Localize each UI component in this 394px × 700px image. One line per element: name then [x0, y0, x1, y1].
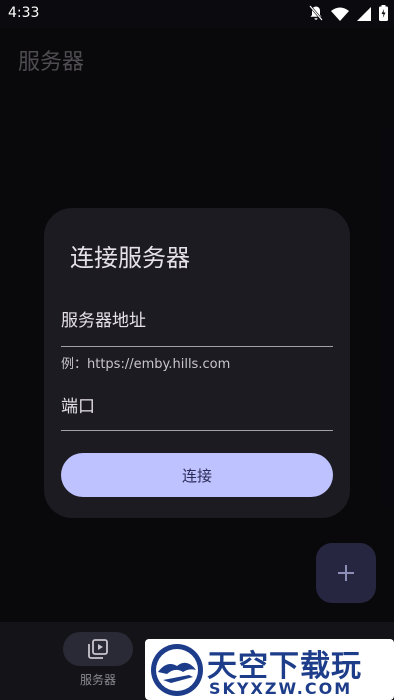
site-watermark: 天空下载玩 SKYXZW.COM	[145, 639, 394, 700]
connect-server-dialog: 连接服务器 服务器地址 例：https://emby.hills.com 端口 …	[44, 208, 350, 518]
nav-item-server[interactable]: 服务器	[63, 632, 133, 688]
status-time: 4:33	[8, 5, 40, 21]
connect-button[interactable]: 连接	[61, 453, 333, 497]
server-address-label: 服务器地址	[61, 311, 146, 331]
server-address-field[interactable]: 服务器地址	[61, 306, 333, 347]
status-icons	[309, 5, 388, 25]
nav-item-server-label: 服务器	[79, 673, 116, 687]
add-server-fab[interactable]	[316, 543, 376, 603]
airplane-logo-icon	[151, 644, 203, 696]
signal-icon	[357, 6, 371, 25]
notifications-off-icon	[309, 5, 323, 25]
watermark-domain: SKYXZW.COM	[209, 679, 353, 698]
battery-charging-icon	[379, 5, 388, 25]
port-label: 端口	[61, 397, 95, 417]
add-icon	[338, 565, 354, 581]
wifi-icon	[331, 6, 349, 25]
port-field[interactable]: 端口	[61, 392, 333, 432]
server-address-helper: 例：https://emby.hills.com	[61, 357, 231, 372]
status-bar: 4:33	[0, 0, 394, 28]
nav-item-server-indicator	[63, 632, 133, 666]
server-address-underline	[61, 346, 333, 347]
server-media-icon	[88, 639, 108, 659]
dialog-title: 连接服务器	[70, 244, 190, 272]
port-underline	[61, 430, 333, 431]
